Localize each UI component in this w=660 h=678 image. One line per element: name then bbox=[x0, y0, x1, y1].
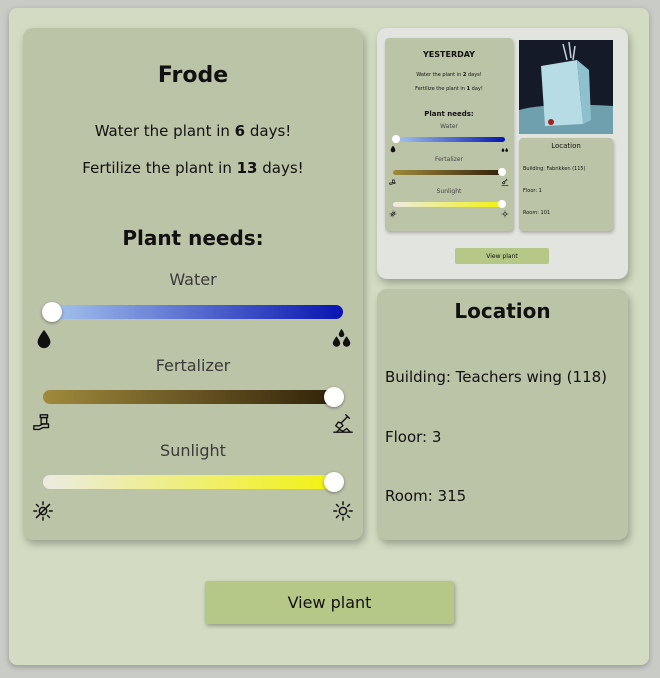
preview-location-title: Location bbox=[551, 142, 581, 150]
preview-sunlight-knob bbox=[497, 200, 506, 208]
preview-water-label: Water bbox=[440, 123, 458, 130]
preview-fertilize-reminder: Fertilize the plant in 1 day! bbox=[415, 86, 483, 92]
water-label: Water bbox=[169, 270, 217, 289]
sun-icon bbox=[333, 501, 353, 521]
preview-fertalizer-knob bbox=[497, 168, 506, 176]
plant-name: Frode bbox=[157, 63, 229, 88]
location-card: Location Building: Teachers wing (118) F… bbox=[377, 289, 628, 540]
location-title: Location bbox=[454, 299, 551, 323]
app-frame: Frode Water the plant in 6 days! Fertili… bbox=[9, 8, 649, 665]
fertilize-reminder: Fertilize the plant in 13 days! bbox=[82, 159, 304, 177]
water-drops-icon bbox=[332, 328, 351, 347]
preview-needs-heading: Plant needs: bbox=[424, 110, 474, 118]
preview-plant-card: YESTERDAY Water the plant in 2 days! Fer… bbox=[385, 38, 513, 231]
view-plant-button[interactable]: View plant bbox=[205, 581, 454, 624]
preview-sunlight-label: Sunlight bbox=[436, 188, 462, 195]
preview-room: Room: 101 bbox=[523, 210, 551, 216]
water-slider-knob[interactable] bbox=[42, 302, 62, 322]
plant-needs-heading: Plant needs: bbox=[122, 226, 264, 250]
location-building: Building: Teachers wing (118) bbox=[385, 368, 608, 386]
preview-fertalizer-label: Fertalizer bbox=[435, 156, 463, 163]
water-reminder: Water the plant in 6 days! bbox=[94, 122, 292, 140]
fertalizer-label: Fertalizer bbox=[155, 356, 231, 375]
location-room: Room: 315 bbox=[385, 487, 467, 505]
low-sun-icon bbox=[33, 501, 53, 521]
preview-plant-name: YESTERDAY bbox=[423, 50, 475, 59]
preview-low-sun-icon bbox=[389, 210, 397, 218]
plant-card: Frode Water the plant in 6 days! Fertili… bbox=[23, 28, 363, 540]
preview-sun-icon bbox=[501, 210, 509, 218]
preview-view-plant-button: View plant bbox=[455, 248, 549, 264]
location-floor: Floor: 3 bbox=[385, 428, 442, 446]
fertalizer-slider-knob[interactable] bbox=[324, 387, 344, 407]
preview-water-drop-icon bbox=[390, 145, 396, 153]
preview-fertilizer-bag-icon bbox=[389, 179, 396, 185]
preview-fertalizer-slider bbox=[393, 168, 506, 176]
fertilizer-bag-icon bbox=[33, 414, 50, 431]
sunlight-slider[interactable] bbox=[43, 472, 344, 492]
preview-location-card: Location Building: Fabrikken (115) Floor… bbox=[519, 138, 613, 231]
preview-shovel-icon bbox=[501, 178, 509, 186]
plant-photo-image bbox=[519, 40, 613, 134]
preview-sunlight-slider bbox=[393, 200, 506, 208]
plant-preview-thumbnail[interactable]: YESTERDAY Water the plant in 2 days! Fer… bbox=[377, 28, 628, 279]
sunlight-slider-knob[interactable] bbox=[324, 472, 344, 492]
preview-water-knob bbox=[392, 135, 401, 143]
preview-building: Building: Fabrikken (115) bbox=[523, 166, 586, 172]
preview-water-reminder: Water the plant in 2 days! bbox=[416, 72, 482, 78]
water-slider[interactable] bbox=[42, 302, 343, 322]
preview-water-drops-icon bbox=[501, 148, 508, 152]
preview-water-slider bbox=[392, 135, 505, 143]
fertalizer-slider[interactable] bbox=[43, 387, 344, 407]
preview-floor: Floor: 1 bbox=[523, 188, 542, 194]
plant-photo bbox=[519, 40, 613, 134]
shovel-icon bbox=[333, 414, 353, 433]
water-drop-icon bbox=[37, 329, 51, 349]
sunlight-label: Sunlight bbox=[160, 441, 226, 460]
